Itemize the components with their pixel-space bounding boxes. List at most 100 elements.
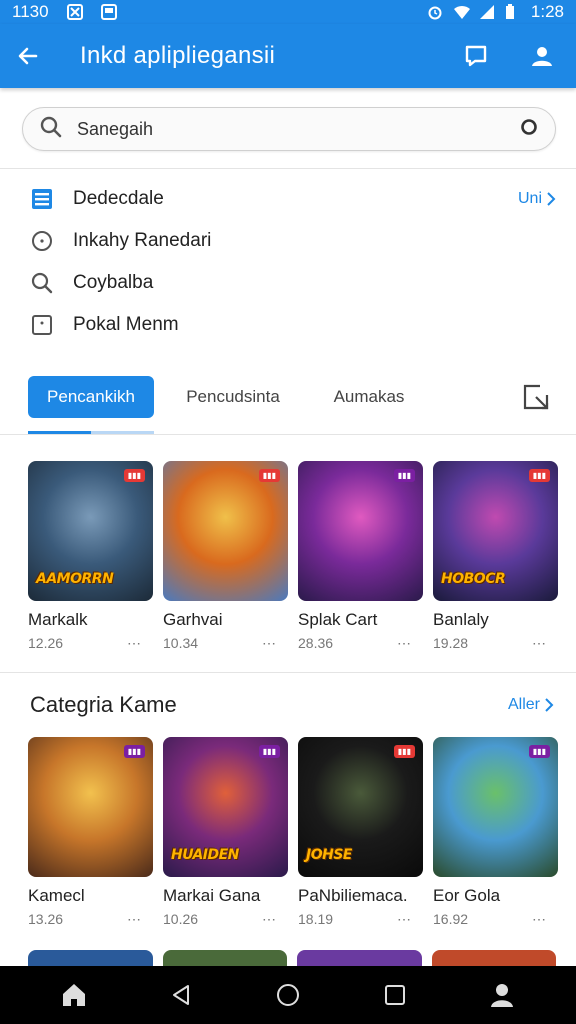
recents-square-icon[interactable] — [375, 975, 415, 1015]
game-meta: 18.19 ⋯ — [298, 911, 423, 928]
more-link[interactable]: Uni — [518, 190, 556, 208]
battery-icon — [505, 4, 521, 20]
quick-link-item[interactable]: Coybalba — [28, 262, 556, 304]
badge-icon: ▮▮▮ — [528, 745, 550, 758]
more-dots-icon[interactable]: ⋯ — [262, 635, 276, 652]
game-rating: 18.19 — [298, 911, 334, 927]
game-card[interactable]: ▮▮▮ Kamecl 13.26 ⋯ — [28, 737, 153, 928]
quick-link-label: Dedecdale — [73, 188, 164, 209]
see-all-label: Aller — [507, 696, 540, 713]
game-logo: AAMORRN — [36, 571, 114, 587]
back-triangle-icon[interactable] — [161, 975, 201, 1015]
game-name: Kamecl — [28, 886, 85, 905]
quick-links: Dedecdale Uni Inkahy Ranedari Coybalba P… — [28, 178, 556, 346]
game-name: Markalk — [28, 610, 88, 629]
badge-icon: ▮▮▮ — [258, 745, 280, 758]
quick-link-label: Inkahy Ranedari — [73, 230, 212, 251]
more-dots-icon[interactable]: ⋯ — [127, 911, 141, 928]
game-meta: 13.26 ⋯ — [28, 911, 153, 928]
game-thumbnail: ▮▮▮ HUAIDEN — [163, 737, 288, 877]
game-thumbnail: ▮▮▮ — [433, 737, 558, 877]
divider — [0, 168, 576, 169]
voice-search-icon[interactable] — [519, 117, 539, 142]
game-meta: 19.28 ⋯ — [433, 635, 558, 652]
status-time: 1130 — [12, 2, 49, 21]
badge-icon: ▮▮▮ — [123, 745, 145, 758]
quick-link-item[interactable]: Pokal Menm — [28, 304, 556, 346]
quick-link-label: Pokal Menm — [73, 314, 179, 335]
more-dots-icon[interactable]: ⋯ — [127, 635, 141, 652]
profile-icon[interactable] — [482, 975, 522, 1015]
badge-icon: ▮▮▮ — [528, 469, 550, 482]
game-name: Markai Gana — [163, 886, 261, 905]
game-name: Garhvai — [163, 610, 223, 629]
game-card[interactable]: ▮▮▮ AAMORRN Markalk 12.26 ⋯ — [28, 461, 153, 652]
search-icon — [39, 115, 63, 144]
list-icon — [28, 185, 56, 213]
section-title: Categria Kame — [30, 692, 177, 717]
game-rating: 12.26 — [28, 635, 64, 651]
game-card[interactable]: ▮▮▮ HUAIDEN Markai Gana 10.26 ⋯ — [163, 737, 288, 928]
game-card[interactable]: ▮▮▮ JOHSE PaNbiliemaca. 18.19 ⋯ — [298, 737, 423, 928]
game-thumbnail: ▮▮▮ — [298, 461, 423, 601]
category-header: Categria Kame Aller — [30, 692, 554, 718]
system-nav-bar — [0, 966, 576, 1024]
game-thumbnail: ▮▮▮ — [163, 461, 288, 601]
game-card[interactable]: ▮▮▮ Eor Gola 16.92 ⋯ — [433, 737, 558, 928]
game-card[interactable]: ▮▮▮ HOBOCR Banlaly 19.28 ⋯ — [433, 461, 558, 652]
clock-icon — [28, 227, 56, 255]
tab-edit-button[interactable] — [516, 376, 556, 418]
more-dots-icon[interactable]: ⋯ — [397, 635, 411, 652]
game-logo: HOBOCR — [441, 571, 506, 587]
game-name: Banlaly — [433, 610, 489, 629]
chevron-right-icon — [545, 698, 554, 712]
tab[interactable]: Pencudsinta — [168, 376, 298, 418]
see-all-link[interactable]: Aller — [508, 696, 554, 714]
home-icon[interactable] — [54, 975, 94, 1015]
tab[interactable]: Aumakas — [304, 376, 434, 418]
notification-icon — [66, 4, 83, 20]
back-arrow-icon[interactable] — [14, 42, 42, 70]
quick-link-label: Coybalba — [73, 272, 154, 293]
badge-icon: ▮▮▮ — [393, 745, 415, 758]
more-dots-icon[interactable]: ⋯ — [532, 911, 546, 928]
more-dots-icon[interactable]: ⋯ — [532, 635, 546, 652]
featured-games: ▮▮▮ AAMORRN Markalk 12.26 ⋯ ▮▮▮ Garhvai 1… — [28, 461, 558, 652]
game-card[interactable]: ▮▮▮ Splak Cart 28.36 ⋯ — [298, 461, 423, 652]
divider — [0, 434, 576, 435]
game-rating: 19.28 — [433, 635, 469, 651]
quick-link-item[interactable]: Dedecdale Uni — [28, 178, 556, 220]
game-meta: 10.26 ⋯ — [163, 911, 288, 928]
game-rating: 16.92 — [433, 911, 469, 927]
more-link-label: Uni — [517, 190, 542, 207]
app-bar: Inkd aplipliegansii — [0, 24, 576, 88]
signal-icon — [479, 4, 495, 20]
account-icon[interactable] — [528, 42, 556, 70]
game-card[interactable]: ▮▮▮ Garhvai 10.34 ⋯ — [163, 461, 288, 652]
search-input[interactable] — [77, 118, 519, 140]
more-dots-icon[interactable]: ⋯ — [397, 911, 411, 928]
game-rating: 10.26 — [163, 911, 199, 927]
game-thumbnail: ▮▮▮ HOBOCR — [433, 461, 558, 601]
game-meta: 28.36 ⋯ — [298, 635, 423, 652]
search-bar[interactable] — [22, 107, 556, 151]
more-dots-icon[interactable]: ⋯ — [262, 911, 276, 928]
game-rating: 13.26 — [28, 911, 64, 927]
wifi-icon — [453, 4, 470, 20]
gallery-icon — [100, 4, 117, 20]
status-bar: 1130 1:28 — [0, 0, 576, 24]
game-meta: 12.26 ⋯ — [28, 635, 153, 652]
game-thumbnail: ▮▮▮ JOHSE — [298, 737, 423, 877]
tab-active[interactable]: Pencankikh — [28, 376, 154, 418]
chat-icon[interactable] — [462, 42, 490, 70]
quick-link-item[interactable]: Inkahy Ranedari — [28, 220, 556, 262]
game-meta: 16.92 ⋯ — [433, 911, 558, 928]
game-rating: 10.34 — [163, 635, 199, 651]
game-logo: HUAIDEN — [171, 847, 239, 863]
chevron-right-icon — [547, 192, 556, 206]
home-circle-icon[interactable] — [268, 975, 308, 1015]
divider — [0, 672, 576, 673]
app-title: Inkd aplipliegansii — [80, 42, 276, 69]
game-logo: JOHSE — [306, 847, 352, 863]
game-rating: 28.36 — [298, 635, 334, 651]
